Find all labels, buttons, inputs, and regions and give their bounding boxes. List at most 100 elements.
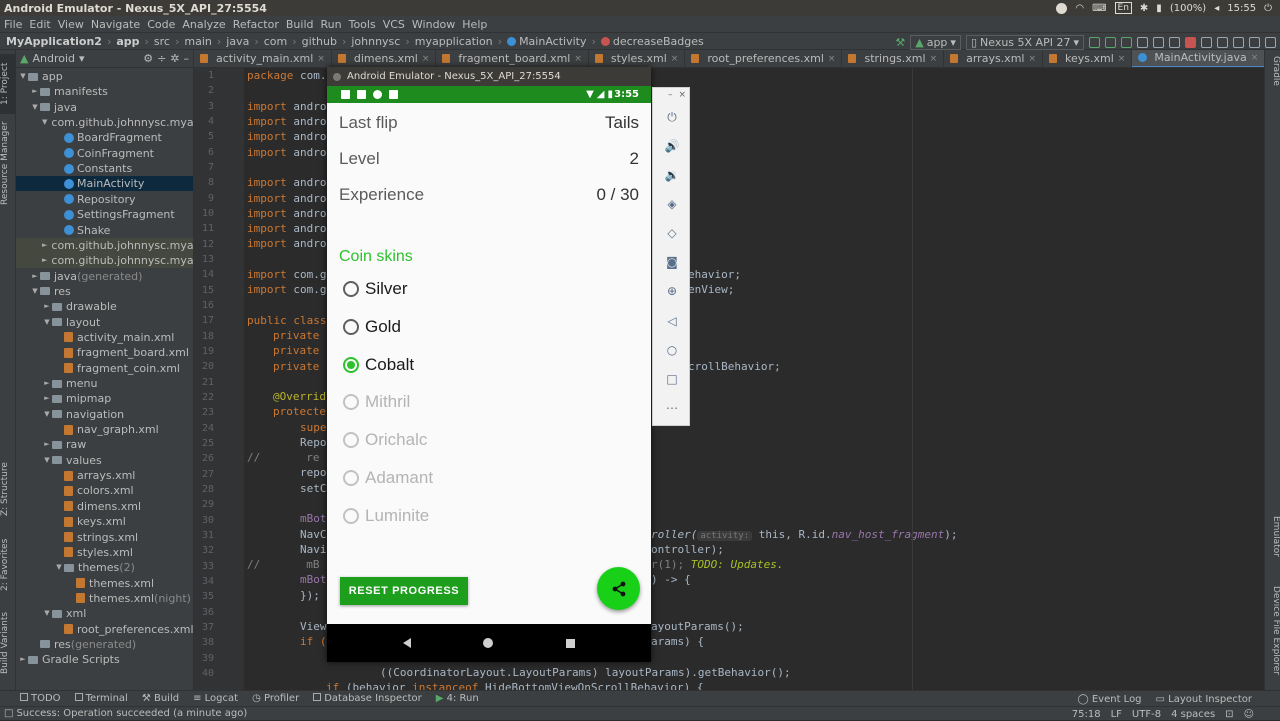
editor-tab[interactable]: styles.xml × [589, 50, 686, 67]
skin-option-cobalt[interactable]: Cobalt [343, 355, 414, 375]
expanded-arrow-icon[interactable]: ▼ [42, 315, 52, 330]
tree-item[interactable]: root_preferences.xml [16, 622, 193, 637]
gear-icon[interactable]: ✲ [170, 52, 179, 65]
editor-tab[interactable]: strings.xml × [842, 50, 945, 67]
collapsed-arrow-icon[interactable]: ► [18, 652, 28, 667]
settings-gear-icon[interactable]: ⚙ [143, 52, 153, 65]
device-select[interactable]: ▯ Nexus 5X API 27 ▾ [965, 34, 1084, 50]
os-clock[interactable]: 15:55 [1227, 3, 1256, 14]
tab-device-file-explorer[interactable]: Device File Explorer [1267, 586, 1280, 686]
lock-icon[interactable]: ⊡ [1225, 709, 1233, 720]
collapsed-arrow-icon[interactable]: ► [42, 391, 52, 406]
tree-item[interactable]: res (generated) [16, 637, 193, 652]
sync-icon[interactable] [1201, 36, 1212, 48]
bluetooth-icon[interactable]: ✱ [1140, 3, 1148, 14]
tab-favorites[interactable]: 2: Favorites [0, 532, 16, 598]
collapse-all-icon[interactable]: ÷ [157, 52, 166, 65]
tree-item[interactable]: strings.xml [16, 530, 193, 545]
editor-tab[interactable]: activity_main.xml × [194, 50, 332, 67]
emulator-title-bar[interactable]: Android Emulator - Nexus_5X_API_27:5554 [327, 67, 651, 86]
breadcrumb-src[interactable]: src [154, 35, 170, 48]
tool-profiler[interactable]: ◷ Profiler [252, 693, 299, 704]
tool-build[interactable]: ⚒ Build [142, 693, 179, 704]
tool-event-log[interactable]: ◯ Event Log [1077, 694, 1141, 705]
menu-code[interactable]: Code [147, 18, 175, 31]
breadcrumb-module[interactable]: app [116, 35, 139, 48]
close-icon[interactable]: × [1251, 53, 1259, 63]
editor-tab[interactable]: dimens.xml × [332, 50, 437, 67]
pref-level[interactable]: Level 2 [339, 149, 639, 169]
share-fab[interactable] [597, 567, 640, 610]
tree-item[interactable]: colors.xml [16, 483, 193, 498]
tab-resource-manager[interactable]: Resource Manager [0, 120, 16, 206]
skin-option-gold[interactable]: Gold [343, 317, 401, 337]
breadcrumb-com[interactable]: com [264, 35, 288, 48]
menu-run[interactable]: Run [321, 18, 342, 31]
layout-inspector-icon[interactable] [1249, 36, 1260, 48]
stop-icon[interactable] [1185, 36, 1196, 48]
close-icon[interactable]: × [574, 54, 582, 64]
search-everywhere-icon[interactable] [1265, 36, 1276, 48]
tree-item[interactable]: ► java (generated) [16, 269, 193, 284]
tree-item[interactable]: ▼ values [16, 453, 193, 468]
close-icon[interactable]: × [828, 54, 836, 64]
tree-item[interactable]: Shake [16, 223, 193, 238]
tree-item[interactable]: SettingsFragment [16, 207, 193, 222]
tree-item[interactable]: activity_main.xml [16, 330, 193, 345]
tree-item[interactable]: ▼ res [16, 284, 193, 299]
collapsed-arrow-icon[interactable]: ► [42, 376, 52, 391]
volume-down-icon[interactable]: 🔉 [665, 168, 680, 182]
menu-view[interactable]: View [58, 18, 84, 31]
collapsed-arrow-icon[interactable]: ► [42, 253, 47, 268]
more-icon[interactable]: ⋯ [665, 401, 679, 415]
tool-todo[interactable]: TODO [20, 693, 61, 704]
close-icon[interactable]: × [422, 54, 430, 64]
expanded-arrow-icon[interactable]: ▼ [54, 560, 64, 575]
breadcrumb-java[interactable]: java [226, 35, 249, 48]
rotate-right-icon[interactable]: ◇ [665, 226, 679, 240]
expanded-arrow-icon[interactable]: ▼ [42, 407, 52, 422]
volume-up-icon[interactable]: 🔊 [665, 139, 680, 153]
collapsed-arrow-icon[interactable]: ► [30, 84, 40, 99]
tab-emulator[interactable]: Emulator [1267, 516, 1280, 572]
home-icon[interactable]: ○ [665, 343, 679, 357]
minimize-icon[interactable]: – [668, 90, 673, 100]
breadcrumb-github[interactable]: github [302, 35, 337, 48]
tree-item[interactable]: ► manifests [16, 84, 193, 99]
tree-item[interactable]: styles.xml [16, 545, 193, 560]
menu-help[interactable]: Help [462, 18, 487, 31]
battery-icon[interactable]: ▮ [1156, 3, 1162, 14]
tab-build-variants[interactable]: Build Variants [0, 608, 16, 678]
breadcrumb-johnnysc[interactable]: johnnysc [351, 35, 400, 48]
tree-item[interactable]: themes.xml [16, 576, 193, 591]
tool-logcat[interactable]: ≡ Logcat [193, 693, 238, 704]
rerun-icon[interactable] [1089, 36, 1100, 48]
close-icon[interactable] [333, 72, 341, 81]
breadcrumb-myapplication[interactable]: myapplication [415, 35, 493, 48]
menu-tools[interactable]: Tools [349, 18, 376, 31]
reset-progress-button[interactable]: RESET PROGRESS [340, 577, 468, 605]
menu-edit[interactable]: Edit [29, 18, 50, 31]
status-message[interactable]: Success: Operation succeeded (a minute a… [16, 708, 247, 719]
expanded-arrow-icon[interactable]: ▼ [30, 100, 40, 115]
menu-refactor[interactable]: Refactor [233, 18, 279, 31]
back-icon[interactable] [403, 638, 412, 648]
menu-vcs[interactable]: VCS [383, 18, 405, 31]
apply-changes-icon[interactable] [1105, 36, 1116, 48]
collapsed-arrow-icon[interactable]: ► [30, 269, 40, 284]
collapsed-arrow-icon[interactable]: ► [42, 299, 52, 314]
overview-icon[interactable]: □ [665, 372, 679, 386]
editor-tab[interactable]: keys.xml × [1043, 50, 1133, 67]
chevron-down-icon[interactable]: ▾ [79, 52, 85, 65]
tree-item[interactable]: BoardFragment [16, 130, 193, 145]
menu-analyze[interactable]: Analyze [182, 18, 225, 31]
breadcrumb-main[interactable]: main [184, 35, 211, 48]
skin-option-silver[interactable]: Silver [343, 279, 408, 299]
tree-item[interactable]: fragment_coin.xml [16, 361, 193, 376]
tree-item[interactable]: themes.xml (night) [16, 591, 193, 606]
tree-item[interactable]: ► raw [16, 437, 193, 452]
tree-item[interactable]: dimens.xml [16, 499, 193, 514]
pref-last-flip[interactable]: Last flip Tails [339, 113, 639, 133]
editor-tab[interactable]: MainActivity.java × [1132, 50, 1264, 67]
sdk-manager-icon[interactable] [1233, 36, 1244, 48]
